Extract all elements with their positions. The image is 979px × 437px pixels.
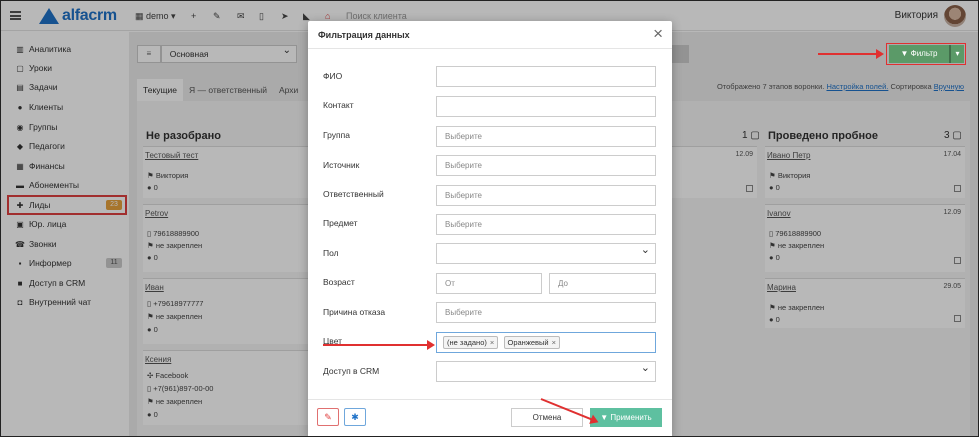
crm-access-select[interactable] xyxy=(436,359,656,382)
age-from-input[interactable]: От xyxy=(436,273,542,294)
remove-tag-icon[interactable]: × xyxy=(552,338,556,347)
field-label-refusal-reason: Причина отказа xyxy=(323,307,386,317)
gear-icon: ✱ xyxy=(351,412,359,422)
annotation-arrow-color xyxy=(323,340,435,350)
color-tag[interactable]: (не задано) × xyxy=(443,336,499,349)
modal-title: Фильтрация данных xyxy=(318,30,410,40)
subject-select[interactable]: Выберите xyxy=(436,214,656,235)
color-tag-label: (не задано) xyxy=(447,338,487,347)
field-label-gender: Пол xyxy=(323,248,339,258)
clear-filter-button[interactable]: ✎ xyxy=(317,408,339,426)
filter-button-outline xyxy=(886,43,966,65)
gender-select[interactable] xyxy=(436,241,656,264)
field-label-age: Возраст xyxy=(323,277,355,287)
age-to-input[interactable]: До xyxy=(549,273,656,294)
field-label-group: Группа xyxy=(323,130,350,140)
modal-footer: ✎ ✱ Отмена ▼ Применить xyxy=(308,399,672,436)
field-label-source: Источник xyxy=(323,160,360,170)
field-label-crm-access: Доступ в CRM xyxy=(323,366,380,376)
group-select[interactable]: Выберите xyxy=(436,126,656,147)
color-tag-label: Оранжевый xyxy=(507,338,549,347)
source-select[interactable]: Выберите xyxy=(436,155,656,176)
app-window: alfacrm ▦ demo ▾ + ✎ ✉ ▯ ➤ ◣ ⌂ Поиск кли… xyxy=(0,0,979,437)
field-label-contact: Контакт xyxy=(323,100,354,110)
annotation-arrow-filter xyxy=(818,49,884,59)
settings-button[interactable]: ✱ xyxy=(344,408,366,426)
color-tag[interactable]: Оранжевый × xyxy=(503,336,560,349)
apply-button[interactable]: ▼ Применить xyxy=(590,408,662,427)
responsible-select[interactable]: Выберите xyxy=(436,185,656,206)
remove-tag-icon[interactable]: × xyxy=(490,338,494,347)
contact-input[interactable] xyxy=(436,96,656,117)
close-icon[interactable]: × xyxy=(653,24,663,44)
color-multiselect[interactable]: (не задано) × Оранжевый × xyxy=(436,332,656,353)
eraser-icon: ✎ xyxy=(324,412,332,422)
refusal-reason-select[interactable]: Выберите xyxy=(436,302,656,323)
modal-header: Фильтрация данных × xyxy=(308,21,672,49)
fio-input[interactable] xyxy=(436,66,656,87)
filter-modal: Фильтрация данных × ФИО Контакт Группа В… xyxy=(308,21,672,436)
field-label-subject: Предмет xyxy=(323,218,358,228)
field-label-responsible: Ответственный xyxy=(323,189,384,199)
field-label-fio: ФИО xyxy=(323,71,343,81)
